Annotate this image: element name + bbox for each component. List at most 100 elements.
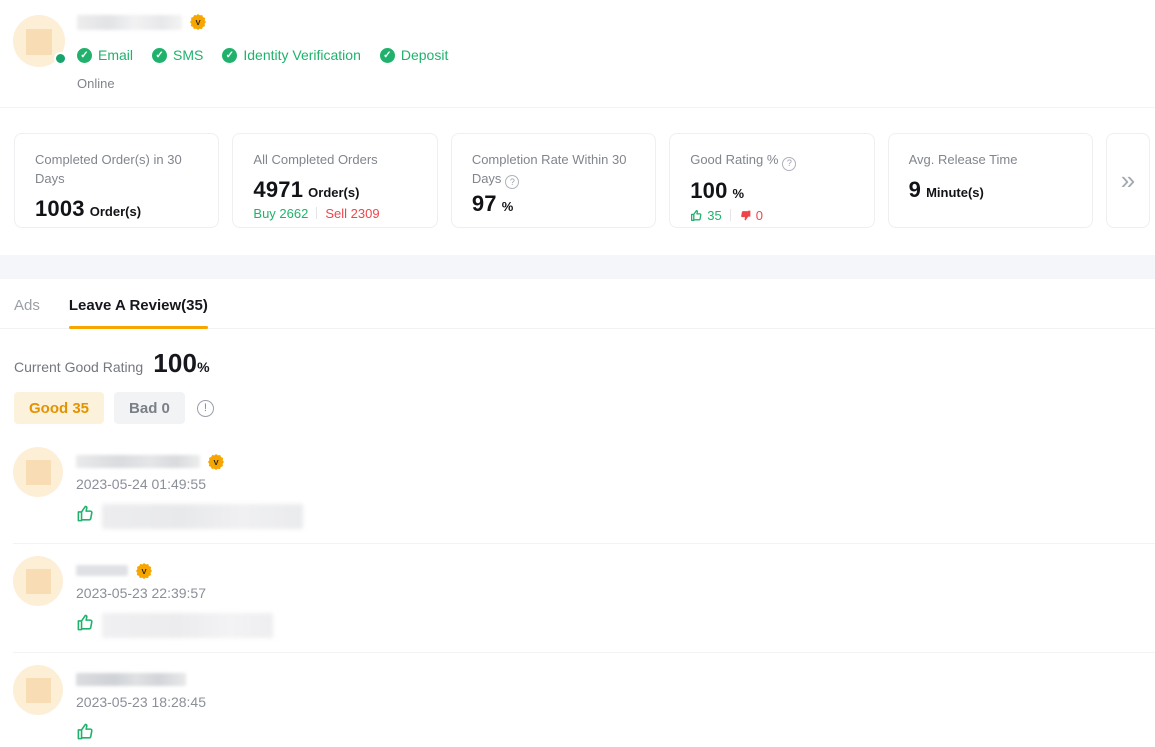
verification-label: Email xyxy=(98,47,133,63)
stats-cards: Completed Order(s) in 30 Days 1003Order(… xyxy=(14,133,1150,228)
avatar-blur-block xyxy=(26,29,52,55)
review-body: 2023-05-23 18:28:45 xyxy=(76,665,206,747)
verified-badge-icon: V xyxy=(136,563,152,579)
thumb-up-icon xyxy=(76,722,95,741)
review-timestamp: 2023-05-24 01:49:55 xyxy=(76,476,303,492)
thumbs-down-count: 0 xyxy=(739,208,763,223)
divider xyxy=(316,207,317,219)
expand-stats-button[interactable]: » xyxy=(1106,133,1150,228)
filter-good-button[interactable]: Good 35 xyxy=(14,392,104,424)
verification-email: ✓ Email xyxy=(77,47,133,63)
review-item: V 2023-05-24 01:49:55 xyxy=(13,447,1155,544)
current-good-rating-label: Current Good Rating xyxy=(14,359,143,375)
merchant-name-row: V xyxy=(77,11,448,33)
review-timestamp: 2023-05-23 22:39:57 xyxy=(76,585,273,601)
review-content xyxy=(76,722,206,747)
verification-label: Identity Verification xyxy=(243,47,361,63)
thumbs-up-count: 35 xyxy=(690,208,721,223)
svg-text:V: V xyxy=(195,18,201,27)
card-label: Good Rating %? xyxy=(690,151,855,171)
tab-ads[interactable]: Ads xyxy=(14,279,40,328)
thumb-up-icon xyxy=(76,613,95,632)
verified-badge-icon: V xyxy=(208,454,224,470)
header-info: V ✓ Email ✓ SMS ✓ Identity Verification … xyxy=(77,15,448,107)
review-body: V 2023-05-24 01:49:55 xyxy=(76,447,303,529)
card-avg-release-time: Avg. Release Time 9Minute(s) xyxy=(888,133,1093,228)
verification-identity: ✓ Identity Verification xyxy=(222,47,361,63)
divider xyxy=(730,209,731,221)
reviewer-name-row xyxy=(76,671,206,688)
avatar xyxy=(13,15,65,67)
online-status-dot xyxy=(54,52,67,65)
check-icon: ✓ xyxy=(77,48,92,63)
card-all-completed-orders: All Completed Orders 4971Order(s) Buy 26… xyxy=(232,133,437,228)
card-value: 97% xyxy=(472,191,637,217)
thumb-up-icon xyxy=(76,504,95,523)
reviewer-name-blurred xyxy=(76,673,186,686)
reviewer-avatar xyxy=(13,665,63,715)
avatar-blur-block xyxy=(26,678,51,703)
thumbs-breakdown: 35 0 xyxy=(690,208,855,223)
svg-text:V: V xyxy=(213,458,219,467)
verified-badge-icon: V xyxy=(190,14,206,30)
reviewer-avatar xyxy=(13,447,63,497)
question-icon[interactable]: ? xyxy=(505,175,519,189)
card-value: 9Minute(s) xyxy=(909,177,1074,203)
reviewer-name-row: V xyxy=(76,562,273,579)
check-icon: ✓ xyxy=(152,48,167,63)
online-status-text: Online xyxy=(77,76,448,91)
card-completion-rate: Completion Rate Within 30 Days? 97% xyxy=(451,133,656,228)
merchant-header: V ✓ Email ✓ SMS ✓ Identity Verification … xyxy=(0,0,1155,108)
check-icon: ✓ xyxy=(380,48,395,63)
verification-sms: ✓ SMS xyxy=(152,47,203,63)
current-good-rating-value: 100% xyxy=(153,348,210,379)
reviewer-name-blurred xyxy=(76,455,200,468)
reviews-list: V 2023-05-24 01:49:55 V xyxy=(13,447,1155,747)
filter-bad-button[interactable]: Bad 0 xyxy=(114,392,185,424)
card-value: 4971Order(s) xyxy=(253,177,418,203)
card-label: All Completed Orders xyxy=(253,151,418,170)
avatar-blur-block xyxy=(26,569,51,594)
tab-leave-a-review[interactable]: Leave A Review(35) xyxy=(69,279,208,328)
buy-sell-breakdown: Buy 2662 Sell 2309 xyxy=(253,206,418,221)
info-icon[interactable]: ! xyxy=(197,400,214,417)
current-good-rating: Current Good Rating 100% xyxy=(14,348,1141,379)
verification-deposit: ✓ Deposit xyxy=(380,47,448,63)
review-text-blurred xyxy=(102,722,155,747)
card-completed-orders-30d: Completed Order(s) in 30 Days 1003Order(… xyxy=(14,133,219,228)
thumb-down-icon xyxy=(739,209,752,222)
review-filters: Good 35 Bad 0 ! xyxy=(14,392,1141,424)
review-timestamp: 2023-05-23 18:28:45 xyxy=(76,694,206,710)
verification-label: Deposit xyxy=(401,47,448,63)
reviewer-name-row: V xyxy=(76,453,303,470)
verification-label: SMS xyxy=(173,47,203,63)
review-text-blurred xyxy=(102,504,303,529)
thumb-up-icon xyxy=(690,209,703,222)
section-separator-band xyxy=(0,255,1155,279)
verification-badges: ✓ Email ✓ SMS ✓ Identity Verification ✓ … xyxy=(77,47,448,63)
question-icon[interactable]: ? xyxy=(782,157,796,171)
tabs: Ads Leave A Review(35) xyxy=(0,279,1155,329)
reviewer-avatar xyxy=(13,556,63,606)
merchant-profile-page: V ✓ Email ✓ SMS ✓ Identity Verification … xyxy=(0,0,1155,747)
svg-text:V: V xyxy=(141,567,147,576)
card-label: Completed Order(s) in 30 Days xyxy=(35,151,200,189)
card-value: 1003Order(s) xyxy=(35,196,200,222)
check-icon: ✓ xyxy=(222,48,237,63)
card-good-rating: Good Rating %? 100% 35 0 xyxy=(669,133,874,228)
review-item: V 2023-05-23 22:39:57 xyxy=(13,556,1155,653)
buy-count: Buy 2662 xyxy=(253,206,308,221)
card-label: Completion Rate Within 30 Days? xyxy=(472,151,637,189)
review-text-blurred xyxy=(102,613,273,638)
merchant-name-blurred xyxy=(77,15,182,30)
chevron-double-right-icon: » xyxy=(1121,165,1135,196)
review-item: 2023-05-23 18:28:45 xyxy=(13,665,1155,747)
avatar-blur-block xyxy=(26,460,51,485)
reviewer-name-blurred xyxy=(76,565,128,576)
sell-count: Sell 2309 xyxy=(325,206,379,221)
card-label: Avg. Release Time xyxy=(909,151,1074,170)
card-value: 100% xyxy=(690,178,855,204)
review-body: V 2023-05-23 22:39:57 xyxy=(76,556,273,638)
review-content xyxy=(76,613,273,638)
review-content xyxy=(76,504,303,529)
